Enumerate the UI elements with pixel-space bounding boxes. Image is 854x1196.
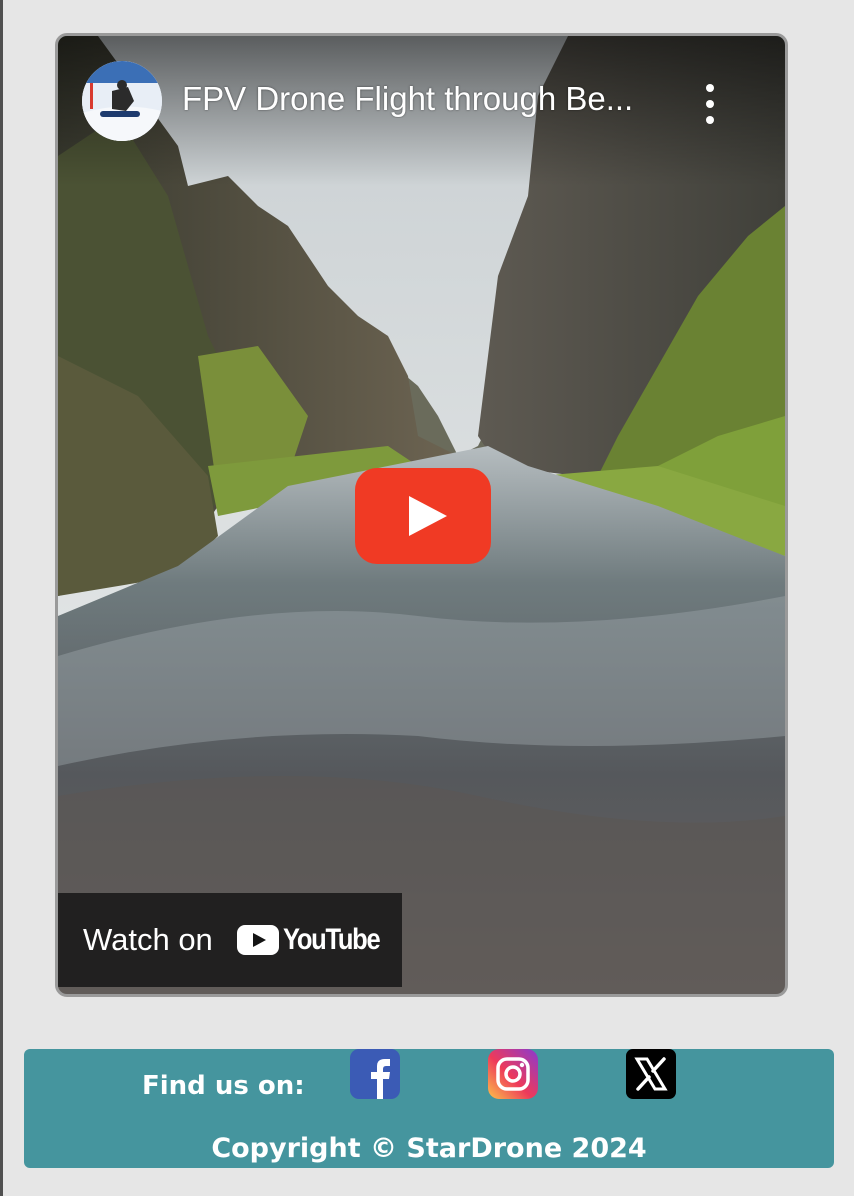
copyright-text: Copyright © StarDrone 2024 — [211, 1133, 647, 1164]
youtube-embed[interactable]: FPV Drone Flight through Be... Watch on … — [55, 33, 788, 997]
facebook-icon[interactable] — [350, 1049, 400, 1099]
channel-avatar[interactable] — [82, 61, 162, 141]
play-button[interactable] — [355, 468, 491, 564]
youtube-wordmark: YouTube — [282, 923, 381, 956]
watch-on-youtube-button[interactable]: Watch on YouTube — [58, 893, 402, 987]
youtube-logo: YouTube — [236, 923, 396, 957]
window-edge — [0, 0, 3, 1196]
x-icon[interactable] — [626, 1049, 676, 1099]
more-vertical-icon[interactable] — [698, 84, 722, 124]
youtube-icon — [236, 925, 279, 955]
site-footer: Find us on: Copyright © StarDrone 2024 — [24, 1049, 834, 1168]
video-title[interactable]: FPV Drone Flight through Be... — [182, 80, 672, 118]
instagram-icon[interactable] — [488, 1049, 538, 1099]
find-us-label: Find us on: — [142, 1071, 305, 1101]
watch-on-label: Watch on — [83, 922, 213, 957]
